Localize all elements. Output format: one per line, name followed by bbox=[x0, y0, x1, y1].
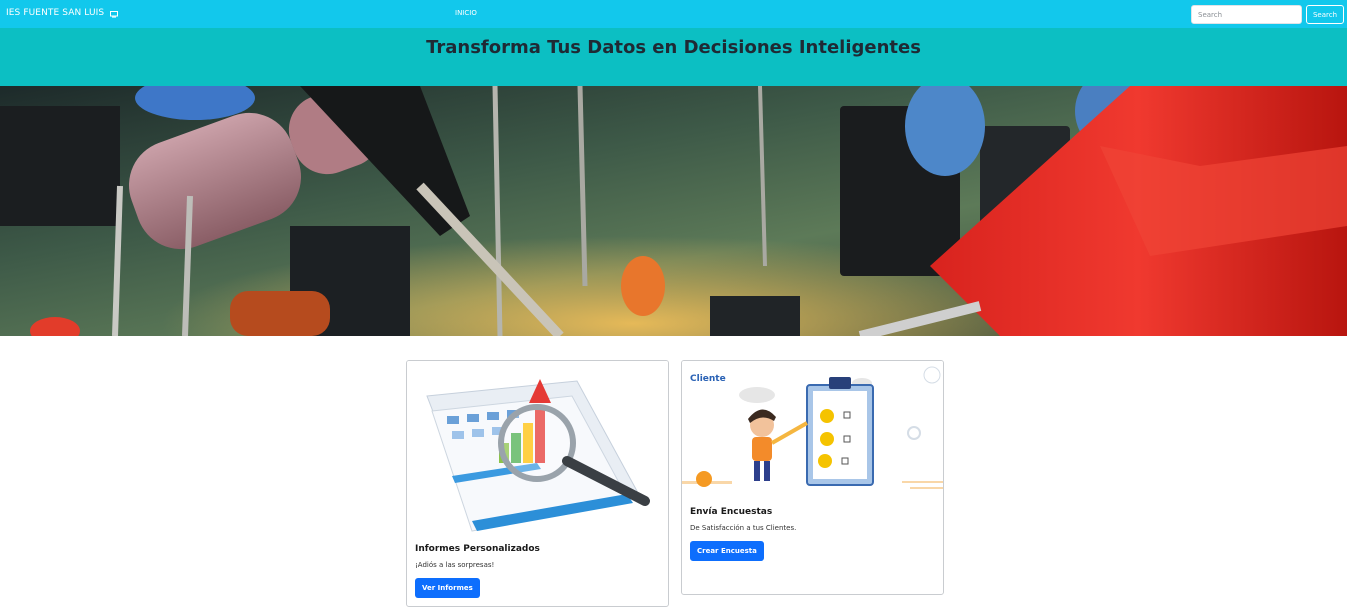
search-button[interactable]: Search bbox=[1306, 5, 1344, 24]
search-input[interactable] bbox=[1191, 5, 1302, 24]
card-encuestas: Cliente Envía Encuestas De Satisfacción … bbox=[681, 360, 944, 595]
monitor-icon bbox=[110, 11, 118, 18]
survey-image: Cliente bbox=[682, 361, 943, 498]
crear-encuesta-button[interactable]: Crear Encuesta bbox=[690, 541, 764, 561]
ver-informes-button[interactable]: Ver Informes bbox=[415, 578, 480, 598]
card-text: De Satisfacción a tus Clientes. bbox=[690, 524, 797, 532]
hero-image bbox=[0, 86, 1347, 336]
nav-link-inicio[interactable]: INICIO bbox=[455, 9, 477, 17]
page-title: Transforma Tus Datos en Decisiones Intel… bbox=[426, 37, 921, 58]
card-informes: Informes Personalizados ¡Adiós a las sor… bbox=[406, 360, 669, 607]
card-title: Informes Personalizados bbox=[415, 544, 540, 554]
card-text: ¡Adiós a las sorpresas! bbox=[415, 561, 495, 569]
header-band: Transforma Tus Datos en Decisiones Intel… bbox=[0, 28, 1347, 86]
cliente-logo: Cliente bbox=[690, 374, 726, 384]
report-chart-image bbox=[407, 361, 668, 535]
navbar: IES FUENTE SAN LUIS INICIO Search bbox=[0, 0, 1347, 28]
brand-link[interactable]: IES FUENTE SAN LUIS bbox=[6, 8, 104, 18]
card-title: Envía Encuestas bbox=[690, 507, 773, 517]
